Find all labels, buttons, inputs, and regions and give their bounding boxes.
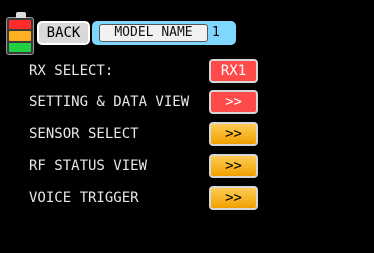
- rf-status-view-label: RF STATUS VIEW: [29, 158, 148, 174]
- setting-data-view-button[interactable]: >>: [209, 90, 258, 114]
- battery-segment-orange: [9, 31, 31, 41]
- model-number: 1: [212, 25, 220, 40]
- rx-select-label: RX SELECT:: [29, 63, 114, 79]
- battery-segment-red: [9, 20, 31, 30]
- model-name-label: MODEL NAME: [99, 24, 208, 42]
- rx-select-button[interactable]: RX1: [209, 59, 258, 83]
- back-button[interactable]: BACK: [37, 21, 90, 45]
- setting-data-view-label: SETTING & DATA VIEW: [29, 94, 190, 110]
- sensor-select-label: SENSOR SELECT: [29, 126, 139, 142]
- sensor-select-button[interactable]: >>: [209, 122, 258, 146]
- voice-trigger-button[interactable]: >>: [209, 186, 258, 210]
- rf-status-view-button[interactable]: >>: [209, 154, 258, 178]
- voice-trigger-label: VOICE TRIGGER: [29, 190, 139, 206]
- battery-segment-green: [9, 42, 31, 52]
- battery-icon: [6, 12, 34, 55]
- battery-cap: [16, 12, 26, 18]
- model-name-box[interactable]: MODEL NAME 1: [92, 21, 236, 45]
